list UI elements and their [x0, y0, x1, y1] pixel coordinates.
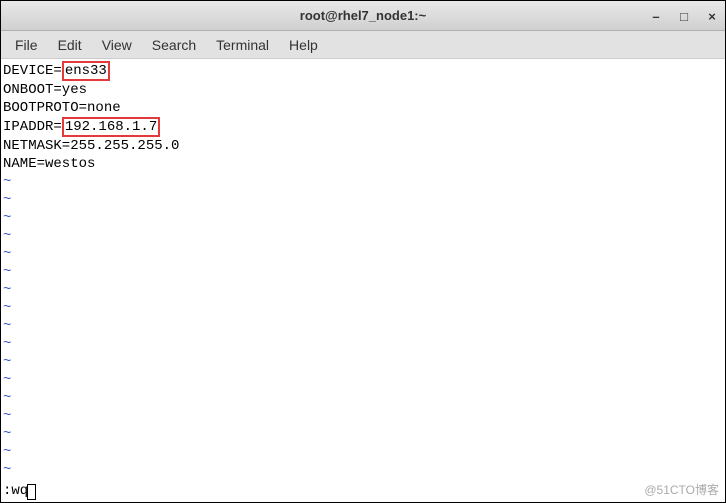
config-line-bootproto: BOOTPROTO=none: [3, 99, 725, 117]
vim-tilde: ~: [3, 299, 725, 317]
window-title: root@rhel7_node1:~: [300, 8, 426, 23]
menu-edit[interactable]: Edit: [50, 33, 90, 57]
config-line-netmask: NETMASK=255.255.255.0: [3, 137, 725, 155]
menu-file[interactable]: File: [7, 33, 46, 57]
vim-tilde: ~: [3, 443, 725, 461]
maximize-button[interactable]: □: [677, 9, 691, 23]
vim-tilde: ~: [3, 317, 725, 335]
window-controls: – □ ×: [649, 1, 719, 31]
vim-tilde: ~: [3, 173, 725, 191]
menu-terminal[interactable]: Terminal: [208, 33, 277, 57]
config-line-device: DEVICE=ens33: [3, 61, 725, 81]
vim-tilde: ~: [3, 371, 725, 389]
text: IPADDR=: [3, 119, 62, 135]
menu-help[interactable]: Help: [281, 33, 326, 57]
highlight-ipaddr-value: 192.168.1.7: [62, 117, 160, 137]
menu-search[interactable]: Search: [144, 33, 204, 57]
vim-command-text: :wq: [3, 483, 28, 499]
config-line-name: NAME=westos: [3, 155, 725, 173]
watermark-text: @51CTO博客: [644, 481, 719, 499]
vim-tilde: ~: [3, 191, 725, 209]
vim-tilde: ~: [3, 389, 725, 407]
config-line-onboot: ONBOOT=yes: [3, 81, 725, 99]
config-line-ipaddr: IPADDR=192.168.1.7: [3, 117, 725, 137]
vim-tilde: ~: [3, 281, 725, 299]
text: DEVICE=: [3, 63, 62, 79]
vim-tilde: ~: [3, 461, 725, 479]
vim-command-line[interactable]: :wq: [3, 482, 36, 500]
vim-tilde: ~: [3, 425, 725, 443]
vim-tilde: ~: [3, 407, 725, 425]
vim-tilde: ~: [3, 209, 725, 227]
minimize-button[interactable]: –: [649, 9, 663, 23]
menu-view[interactable]: View: [94, 33, 140, 57]
vim-tilde: ~: [3, 335, 725, 353]
close-button[interactable]: ×: [705, 9, 719, 23]
terminal-body[interactable]: DEVICE=ens33 ONBOOT=yes BOOTPROTO=none I…: [1, 59, 725, 502]
cursor-icon: [27, 484, 36, 500]
vim-tilde: ~: [3, 263, 725, 281]
vim-tilde: ~: [3, 353, 725, 371]
highlight-device-value: ens33: [62, 61, 110, 81]
titlebar: root@rhel7_node1:~ – □ ×: [1, 1, 725, 31]
vim-tilde: ~: [3, 227, 725, 245]
menubar: File Edit View Search Terminal Help: [1, 31, 725, 59]
vim-tilde: ~: [3, 245, 725, 263]
